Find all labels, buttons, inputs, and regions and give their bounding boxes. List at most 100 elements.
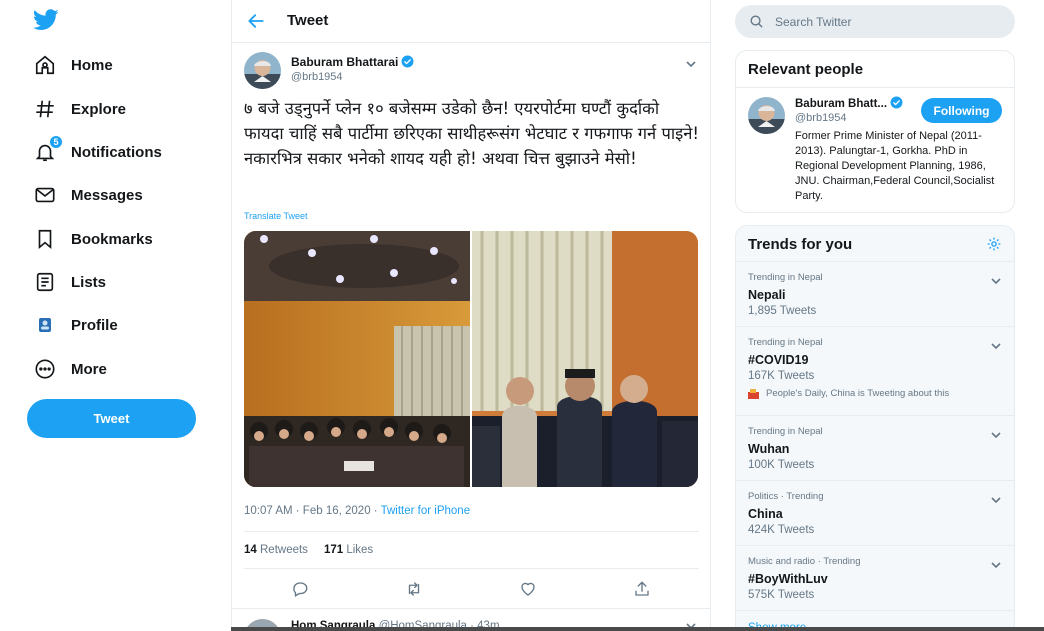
chevron-down-icon[interactable]: [990, 427, 1002, 439]
gear-icon[interactable]: [986, 236, 1002, 252]
trend-item[interactable]: Music and radio · Trending #BoyWithLuv 5…: [736, 546, 1014, 611]
trend-context: Politics · Trending: [748, 491, 824, 502]
search-input[interactable]: Search Twitter: [735, 5, 1015, 38]
tweet-photo-group[interactable]: [472, 231, 698, 487]
chevron-down-icon[interactable]: [990, 492, 1002, 504]
like-count: 171: [323, 544, 344, 556]
relevant-person-bio: Former Prime Minister of Nepal (2011-201…: [795, 130, 995, 202]
trends-header: Trends for you: [736, 226, 1014, 262]
hashtag-icon: [33, 97, 57, 121]
verified-badge-icon: [401, 55, 414, 71]
nav-bookmarks[interactable]: Bookmarks: [33, 223, 153, 255]
retweets-stat[interactable]: 14 Retweets: [244, 544, 308, 556]
nav-explore[interactable]: Explore: [33, 93, 126, 125]
page-title: Tweet: [287, 12, 329, 29]
trend-name: Nepali: [748, 288, 786, 302]
trend-context: Music and radio · Trending: [748, 556, 861, 567]
trend-tweet-count: 167K Tweets: [748, 370, 815, 382]
left-sidebar: Home Explore 5 Notifications Messages Bo…: [0, 0, 232, 631]
trend-item[interactable]: Trending in Nepal Nepali 1,895 Tweets: [736, 262, 1014, 327]
retweets-label: Retweets: [260, 544, 308, 556]
list-icon: [33, 270, 57, 294]
tweet-text: ७ बजे उड्नुपर्ने प्लेन १० बजेसम्म उडेको …: [244, 99, 699, 168]
nav-lists[interactable]: Lists: [33, 266, 106, 298]
author-name[interactable]: Baburam Bhattarai: [291, 55, 414, 71]
back-arrow-icon[interactable]: [246, 11, 266, 31]
author-handle[interactable]: @brb1954: [291, 71, 343, 83]
following-button[interactable]: Following: [921, 98, 1002, 123]
nav-bookmarks-label: Bookmarks: [71, 230, 153, 248]
likes-stat[interactable]: 171 Likes: [324, 544, 373, 556]
chevron-down-icon[interactable]: [990, 338, 1002, 350]
trend-tweet-count: 100K Tweets: [748, 459, 815, 471]
relevant-people-title: Relevant people: [748, 61, 864, 78]
nav-notifications-label: Notifications: [71, 143, 162, 161]
nav-profile[interactable]: Profile: [33, 309, 118, 341]
relevant-person-handle[interactable]: @brb1954: [795, 112, 847, 124]
reply-icon[interactable]: [291, 580, 309, 598]
trend-name: China: [748, 507, 783, 521]
trend-name: Wuhan: [748, 442, 790, 456]
nav-home[interactable]: Home: [33, 49, 113, 81]
author-avatar[interactable]: [244, 52, 281, 89]
tweet-photo-meeting-room[interactable]: [244, 231, 470, 487]
chevron-down-icon[interactable]: [990, 557, 1002, 569]
author-name-text: Baburam Bhattarai: [291, 55, 399, 69]
chevron-down-icon[interactable]: [685, 56, 697, 68]
main-header: Tweet: [232, 0, 711, 43]
envelope-icon: [33, 183, 57, 207]
search-icon: [749, 14, 764, 29]
trend-name: #BoyWithLuv: [748, 572, 828, 586]
trend-context: Trending in Nepal: [748, 426, 823, 437]
relevant-person-name-text: Baburam Bhatt...: [795, 98, 888, 110]
share-icon[interactable]: [633, 580, 651, 598]
nav-messages[interactable]: Messages: [33, 179, 143, 211]
trend-item[interactable]: Trending in Nepal #COVID19 167K Tweets P…: [736, 327, 1014, 416]
nav-notifications[interactable]: 5 Notifications: [33, 135, 162, 168]
tweet-source-link[interactable]: Twitter for iPhone: [381, 505, 470, 517]
trend-context: Trending in Nepal: [748, 272, 823, 283]
nav-more-label: More: [71, 360, 107, 378]
notification-count-badge: 5: [49, 135, 63, 149]
trend-tweet-count: 575K Tweets: [748, 589, 815, 601]
nav-lists-label: Lists: [71, 273, 107, 291]
trends-title: Trends for you: [748, 236, 853, 253]
search-placeholder: Search Twitter: [775, 15, 852, 29]
relevant-people-panel: Relevant people Baburam Bhatt... @brb195…: [735, 50, 1015, 213]
tweet-stats: 14 Retweets 171 Likes: [244, 544, 373, 556]
more-dots-icon: [33, 357, 57, 381]
bookmark-icon: [33, 227, 57, 251]
twitter-bird-icon[interactable]: [32, 9, 59, 31]
trend-item[interactable]: Trending in Nepal Wuhan 100K Tweets: [736, 416, 1014, 481]
nav-more[interactable]: More: [33, 353, 107, 385]
verified-badge-icon: [890, 96, 903, 112]
tweet-time[interactable]: 10:07 AM · Feb 16, 2020 ·: [244, 505, 381, 517]
nav-home-label: Home: [71, 56, 113, 74]
divider: [736, 87, 1014, 88]
trend-tweet-count: 424K Tweets: [748, 524, 815, 536]
relevant-person-avatar[interactable]: [748, 97, 785, 134]
tweet-timestamp: 10:07 AM · Feb 16, 2020 · Twitter for iP…: [244, 505, 470, 517]
trend-item[interactable]: Politics · Trending China 424K Tweets: [736, 481, 1014, 546]
tweet-media[interactable]: [244, 231, 698, 487]
profile-avatar-icon: [33, 313, 57, 337]
likes-label: Likes: [346, 544, 374, 556]
main-column: Tweet Baburam Bhattarai @brb1954 ७ बजे उ…: [231, 0, 711, 631]
trend-context-note: People's Daily, China is Tweeting about …: [748, 388, 949, 399]
nav-profile-label: Profile: [71, 316, 118, 334]
bell-icon: 5: [33, 135, 63, 164]
compose-tweet-button[interactable]: Tweet: [27, 399, 196, 438]
retweet-count: 14: [244, 544, 257, 556]
relevant-person-name[interactable]: Baburam Bhatt...: [795, 96, 903, 112]
trend-context-note-text: People's Daily, China is Tweeting about …: [766, 388, 950, 399]
right-sidebar: Search Twitter Relevant people Baburam B…: [735, 0, 1015, 631]
divider: [244, 531, 699, 532]
like-heart-icon[interactable]: [519, 580, 537, 598]
retweet-icon[interactable]: [405, 580, 423, 598]
home-icon: [33, 53, 57, 77]
trend-name: #COVID19: [748, 353, 809, 367]
translate-tweet-link[interactable]: Translate Tweet: [244, 211, 308, 221]
nav-messages-label: Messages: [71, 186, 143, 204]
chevron-down-icon[interactable]: [990, 273, 1002, 285]
trend-context: Trending in Nepal: [748, 337, 823, 348]
